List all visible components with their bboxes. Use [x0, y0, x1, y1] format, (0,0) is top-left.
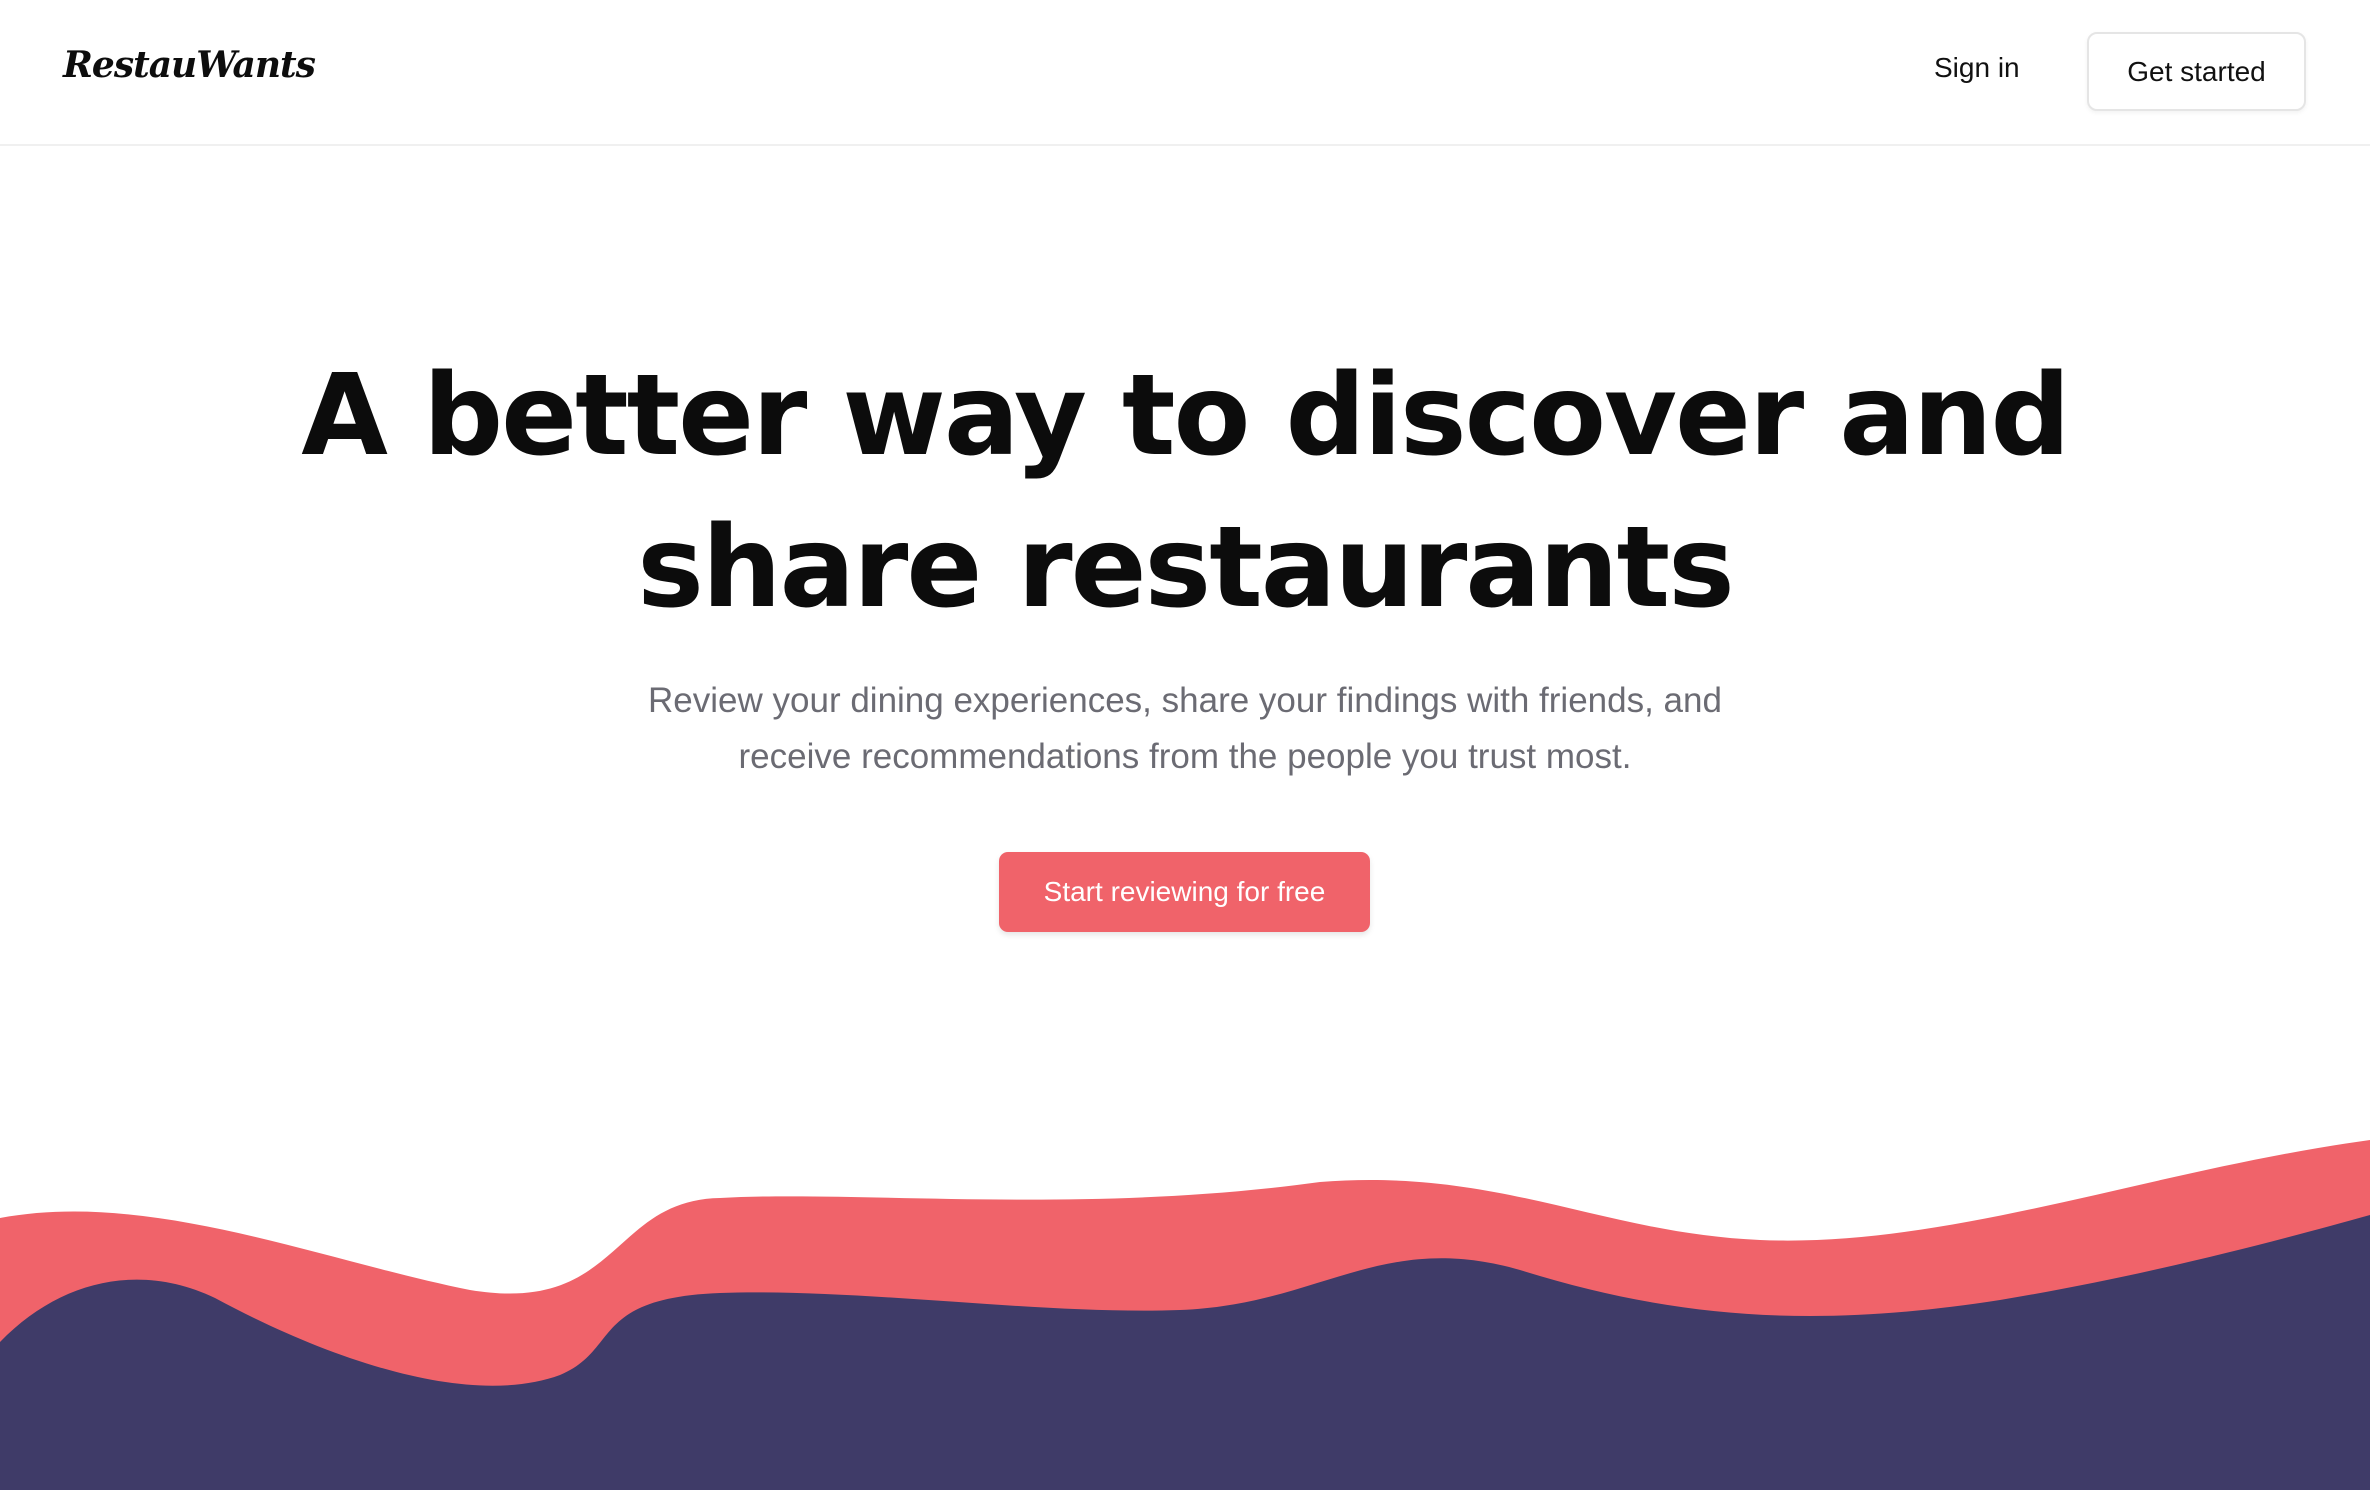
- logo[interactable]: RestauWants: [63, 44, 316, 86]
- navbar: RestauWants Sign in Get started: [0, 0, 2370, 146]
- landing-page: RestauWants Sign in Get started A better…: [0, 0, 2370, 1490]
- get-started-button[interactable]: Get started: [2087, 32, 2306, 111]
- hero-title-line-2: share restaurants: [637, 503, 1735, 633]
- hero-subtitle-line-2: receive recommendations from the people …: [738, 737, 1632, 776]
- sign-in-link[interactable]: Sign in: [1934, 52, 2020, 84]
- hero-subtitle-line-1: Review your dining experiences, share yo…: [648, 681, 1722, 720]
- start-reviewing-button[interactable]: Start reviewing for free: [999, 852, 1370, 932]
- hero-subtitle: Review your dining experiences, share yo…: [585, 673, 1785, 785]
- hero-title-line-1: A better way to discover and: [301, 351, 2070, 481]
- hero-title: A better way to discover and share resta…: [185, 340, 2185, 644]
- decorative-waves: [0, 1140, 2370, 1490]
